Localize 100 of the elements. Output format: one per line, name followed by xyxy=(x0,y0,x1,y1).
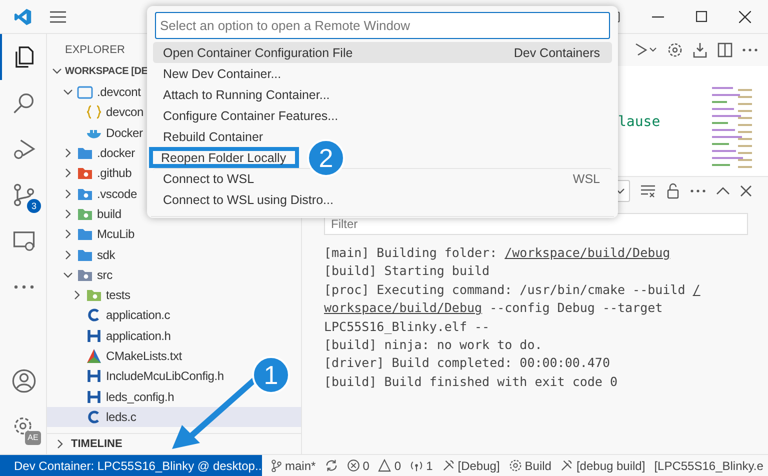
status-item[interactable]: main* xyxy=(285,458,316,472)
folder-icon xyxy=(77,146,93,160)
h-letter-icon xyxy=(86,390,102,404)
tree-item[interactable]: IncludeMcuLibConfig.h xyxy=(106,369,224,384)
path-link[interactable]: /workspace/build/Debug xyxy=(504,245,670,260)
c-letter-icon xyxy=(86,410,102,424)
tree-item[interactable]: leds_config.h xyxy=(106,390,174,404)
quick-pick-item[interactable]: Open Container Configuration File Dev Containers xyxy=(153,42,612,63)
maximize-icon[interactable] xyxy=(696,11,707,22)
activity-bar-item[interactable]: AE xyxy=(0,404,46,450)
tree-item[interactable]: CMakeLists.txt xyxy=(106,349,182,363)
antenna-icon[interactable] xyxy=(410,459,424,472)
tree-item[interactable]: src xyxy=(97,268,112,282)
folder-icon xyxy=(77,248,93,262)
output-text: [proc] Executing command: /usr/bin/cmake --build xyxy=(324,282,686,297)
chevron-right-icon[interactable] xyxy=(63,188,73,199)
braces-icon xyxy=(86,105,102,120)
tree-item[interactable]: Docker xyxy=(106,126,143,140)
output-text: [build] ninja: no work to do. xyxy=(324,336,542,352)
code-text: lause xyxy=(618,114,660,130)
chevron-up-icon[interactable] xyxy=(716,186,730,196)
path-link[interactable]: workspace/build/Debug xyxy=(324,300,482,316)
chevron-right-icon[interactable] xyxy=(72,290,82,300)
error-icon[interactable] xyxy=(346,459,360,472)
tree-item[interactable]: tests xyxy=(106,288,130,302)
chevron-right-icon[interactable] xyxy=(63,148,73,158)
tree-item[interactable]: build xyxy=(97,206,122,221)
status-item[interactable]: [Debug] xyxy=(458,458,500,472)
warning-icon[interactable] xyxy=(378,459,392,472)
chevron-right-icon[interactable] xyxy=(63,168,73,178)
close-icon[interactable] xyxy=(740,185,752,197)
app-logo-icon xyxy=(14,8,32,26)
tree-item[interactable]: sdk xyxy=(97,248,116,262)
more-icon[interactable] xyxy=(742,48,758,52)
chevron-down-icon[interactable] xyxy=(63,87,73,98)
status-item[interactable]: Build xyxy=(524,458,552,472)
activity-bar-item[interactable]: 3 xyxy=(0,172,46,218)
quick-pick-input[interactable]: Select an option to open a Remote Window xyxy=(155,12,610,39)
quick-pick-item[interactable]: Attach to Running Container... xyxy=(153,84,612,105)
tree-item[interactable]: devcon xyxy=(106,105,144,120)
chevron-right-icon[interactable] xyxy=(55,439,65,449)
h-letter-icon xyxy=(86,328,102,343)
status-item[interactable]: 1 xyxy=(426,458,433,472)
timeline-header[interactable]: TIMELINE xyxy=(71,438,122,450)
output-text: LPC55S16_Blinky.elf -- xyxy=(324,318,490,334)
folder-icon xyxy=(86,288,102,302)
account-icon xyxy=(11,368,37,394)
status-item[interactable]: [debug build] xyxy=(576,458,646,472)
folder-icon xyxy=(77,85,93,100)
c-letter-icon xyxy=(86,308,102,322)
workspace-header[interactable]: WORKSPACE [DE xyxy=(65,66,148,76)
tree-item[interactable]: .docker xyxy=(97,146,135,160)
folder-icon xyxy=(77,206,93,221)
split-editor-icon[interactable] xyxy=(717,42,733,58)
settings-icon[interactable] xyxy=(667,42,683,58)
menu-icon[interactable] xyxy=(50,10,66,22)
quick-pick-item[interactable]: Reopen Folder Locally xyxy=(149,147,299,168)
download-icon[interactable] xyxy=(692,42,708,58)
folder-icon xyxy=(77,268,93,282)
status-item[interactable]: 0 xyxy=(394,458,402,472)
tree-item[interactable]: application.c xyxy=(106,308,170,322)
lock-icon[interactable] xyxy=(666,183,680,199)
path-link[interactable]: / xyxy=(692,282,700,297)
quick-pick-item[interactable]: Connect to WSL using Distro... xyxy=(153,189,612,210)
account-badge: AE xyxy=(25,431,41,445)
tree-item[interactable]: application.h xyxy=(106,328,171,343)
chevron-down-icon[interactable] xyxy=(52,66,62,76)
gear-icon[interactable] xyxy=(508,459,522,472)
explorer-title: EXPLORER xyxy=(65,44,125,56)
selected-row[interactable]: leds.c xyxy=(47,406,301,428)
quick-pick-item[interactable]: Configure Container Features... xyxy=(153,105,612,126)
output-text: [build] Starting build xyxy=(324,263,490,278)
h-letter-icon xyxy=(86,369,102,384)
output-text: --config Debug --target xyxy=(488,300,663,316)
branch-icon[interactable] xyxy=(271,459,282,472)
tools-icon[interactable] xyxy=(442,459,455,472)
close-icon[interactable] xyxy=(739,10,751,22)
sync-icon[interactable] xyxy=(324,459,338,472)
chevron-right-icon[interactable] xyxy=(63,250,73,260)
tree-item[interactable]: .vscode xyxy=(97,186,137,201)
chevron-right-icon[interactable] xyxy=(63,229,73,240)
quick-pick-item[interactable]: New Dev Container... xyxy=(153,63,612,84)
status-item[interactable]: 0 xyxy=(362,458,370,472)
folder-icon xyxy=(77,186,93,201)
tree-item[interactable]: .github xyxy=(97,166,132,180)
clear-output-icon[interactable] xyxy=(640,184,656,198)
triangle-icon xyxy=(86,349,102,363)
source-control-icon xyxy=(11,182,37,208)
folder-icon xyxy=(77,166,93,180)
tree-item[interactable]: McuLib xyxy=(97,227,134,242)
count-badge: 3 xyxy=(27,199,41,213)
tree-item[interactable]: .devcont xyxy=(97,85,141,100)
more-icon xyxy=(12,283,36,291)
chevron-down-icon[interactable] xyxy=(63,270,73,280)
tree-item[interactable]: leds.c xyxy=(106,410,136,424)
status-item[interactable]: [LPC55S16_Blinky.e xyxy=(654,458,764,472)
tools-icon[interactable] xyxy=(560,459,574,472)
output-text: [driver] Build completed: 00:00:00.470 xyxy=(324,355,610,370)
chevron-right-icon[interactable] xyxy=(63,208,73,219)
more-icon[interactable] xyxy=(690,189,706,193)
